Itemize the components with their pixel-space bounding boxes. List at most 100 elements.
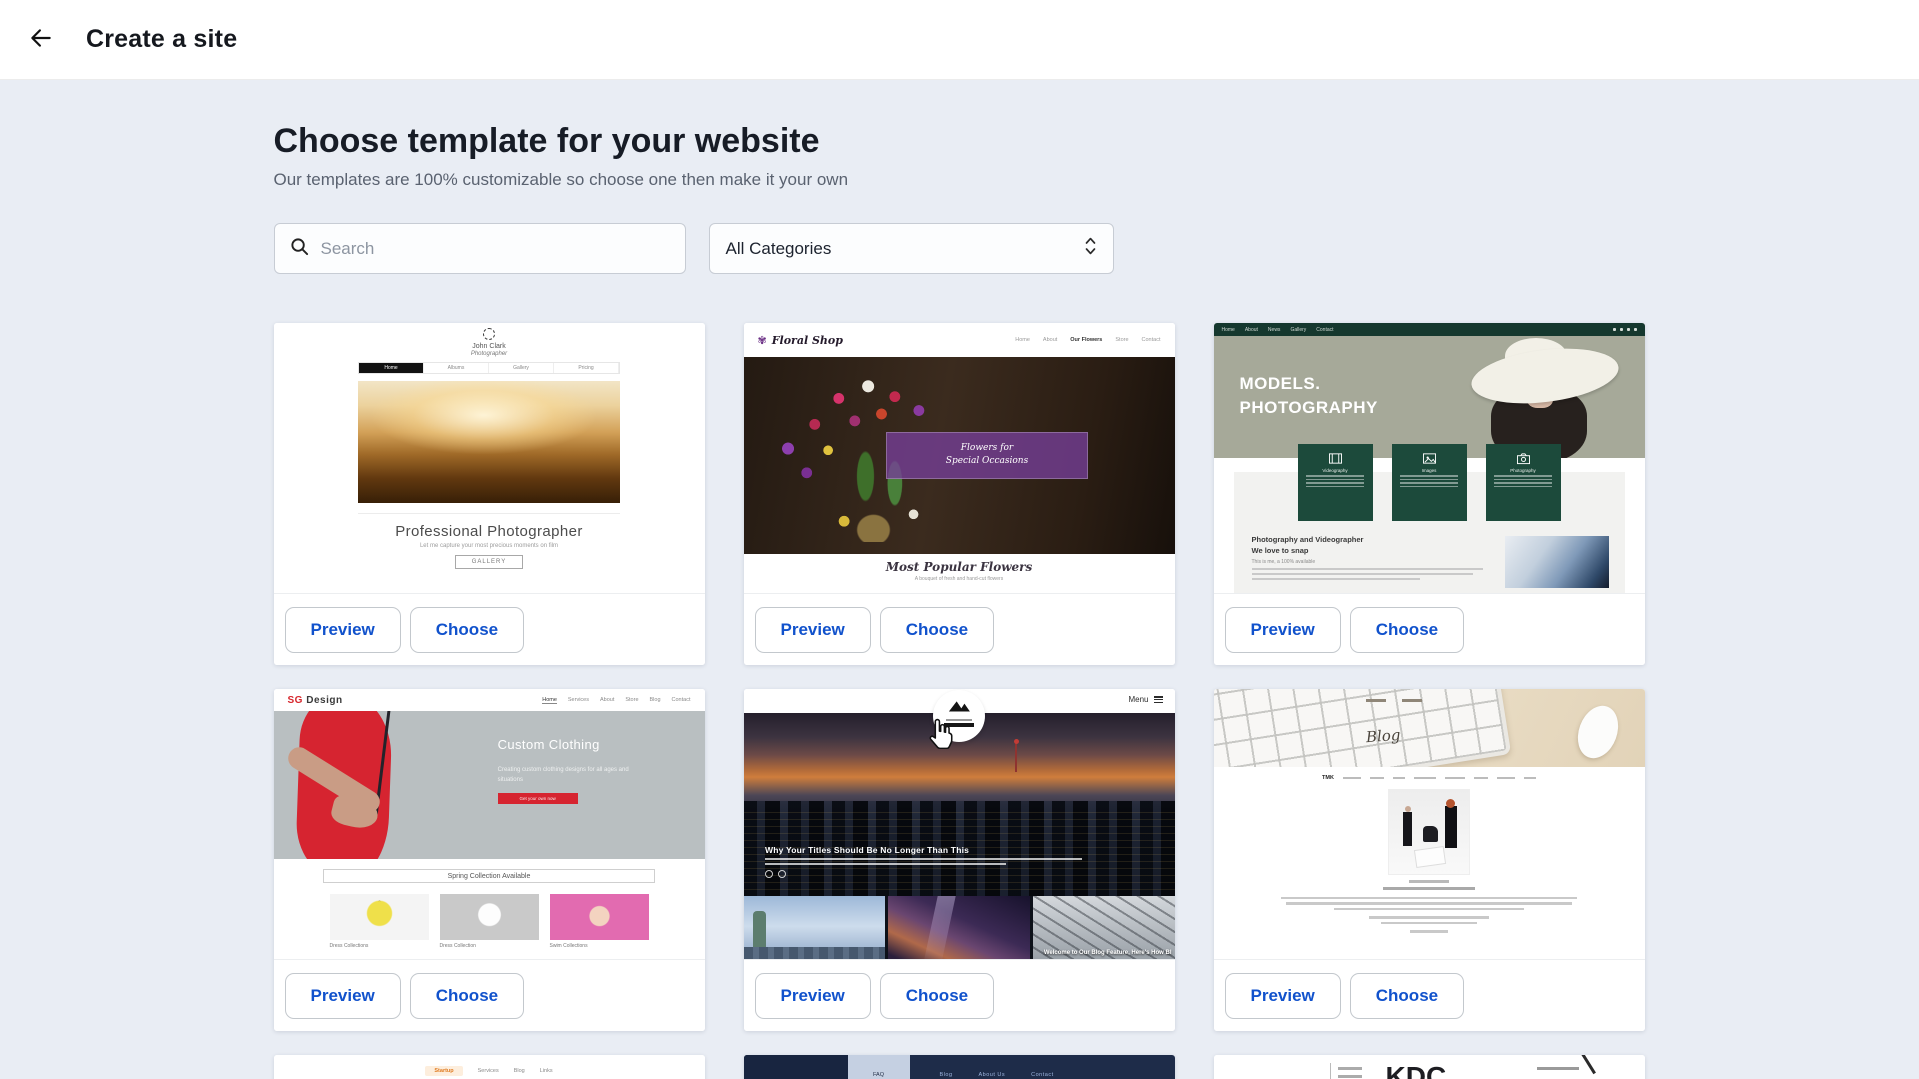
preview-button[interactable]: Preview <box>755 607 871 653</box>
mini-tagline: Let me capture your most precious moment… <box>420 543 558 549</box>
mini-note: This is me, a 100% available <box>1252 559 1493 565</box>
mini-nav-item: Contact <box>1031 1072 1053 1078</box>
mini-logo-block <box>744 1055 848 1079</box>
category-select-value: All Categories <box>726 239 832 259</box>
choose-button[interactable]: Choose <box>880 607 994 653</box>
mini-nav-item: Home <box>359 363 424 373</box>
mini-nav-item: Contact <box>1316 327 1333 333</box>
template-thumbnail-salon: Blog TMK <box>1214 689 1645 959</box>
mini-section: Most Popular Flowers A bouquet of fresh … <box>744 554 1175 593</box>
product-item: Dress Collections <box>330 894 429 949</box>
image-icon <box>1422 452 1437 466</box>
mini-hero-text: Why Your Titles Should Be No Longer Than… <box>765 845 1110 878</box>
template-card-startup: Startup Services Blog Links Preview Choo… <box>274 1055 705 1079</box>
menu-label: Menu <box>1128 695 1148 704</box>
feature-card-videography: Videography <box>1298 444 1373 521</box>
choose-button[interactable]: Choose <box>1350 607 1464 653</box>
keyboard-desk-photo: Blog <box>1214 689 1645 767</box>
template-card-navy: FAQ Blog About Us Contact Preview Choose <box>744 1055 1175 1079</box>
white-dress-photo <box>440 894 539 940</box>
keyboard <box>1214 689 1511 767</box>
mini-text-line <box>1338 1067 1362 1070</box>
preview-button[interactable]: Preview <box>1225 607 1341 653</box>
template-card-kdc: KDC Preview Choose <box>1214 1055 1645 1079</box>
blog-script-title: Blog <box>1365 726 1401 746</box>
mini-section: Videography Images Photography <box>1214 458 1645 593</box>
mini-heading: Why Your Titles Should Be No Longer Than… <box>765 845 1110 855</box>
overlay-text: Special Occasions <box>946 455 1028 468</box>
mini-nav-item: About <box>600 697 614 704</box>
statue-of-liberty-photo <box>744 896 886 959</box>
feature-card-images: Images <box>1392 444 1467 521</box>
mini-section: Spring Collection Available Dress Collec… <box>274 859 705 949</box>
hamburger-icon <box>1154 695 1163 704</box>
template-thumbnail-floral: ✾ Floral Shop Home About Our Flowers Sto… <box>744 323 1175 593</box>
mini-nav-item: Home <box>1015 337 1030 343</box>
preview-button[interactable]: Preview <box>285 607 401 653</box>
mini-navbar: Home About News Gallery Contact <box>1214 323 1645 336</box>
mini-hero-heading: MODELS. PHOTOGRAPHY <box>1240 372 1378 420</box>
mini-header: ✾ Floral Shop Home About Our Flowers Sto… <box>744 323 1175 357</box>
mini-topnav <box>1366 699 1422 702</box>
mountain-icon <box>942 699 976 718</box>
mini-subheading: A bouquet of fresh and hand-cut flowers <box>915 576 1003 582</box>
chevron-up-down-icon <box>1084 235 1097 262</box>
template-card-floral-shop: ✾ Floral Shop Home About Our Flowers Sto… <box>744 323 1175 665</box>
mini-nav-item: Contact <box>1142 337 1161 343</box>
overlay-text: Flowers for <box>961 442 1013 455</box>
preview-button[interactable]: Preview <box>755 973 871 1019</box>
template-card-photographer: John Clark Photographer Home Albums Gall… <box>274 323 705 665</box>
choose-button[interactable]: Choose <box>1350 973 1464 1019</box>
mini-nav-item: About <box>1245 327 1258 333</box>
nav-dot-buttons <box>765 870 1110 878</box>
section-subheading: Our templates are 100% customizable so c… <box>274 170 1646 190</box>
shutter-logo-icon <box>483 328 495 340</box>
card-footer: Preview Choose <box>1214 593 1645 665</box>
feature-card-photography: Photography <box>1486 444 1561 521</box>
template-thumbnail-photographer: John Clark Photographer Home Albums Gall… <box>274 323 705 593</box>
choose-button[interactable]: Choose <box>880 973 994 1019</box>
model-hat-photo: MODELS. PHOTOGRAPHY <box>1214 336 1645 458</box>
mini-logo-title: KDC <box>1386 1061 1447 1079</box>
swimwear-photo <box>550 894 649 940</box>
search-box[interactable] <box>274 223 686 274</box>
computer-mouse <box>1570 700 1624 764</box>
search-input[interactable] <box>321 239 670 259</box>
film-icon <box>1328 452 1343 466</box>
back-button[interactable] <box>24 23 58 57</box>
tulip-bouquet-photo: Flowers for Special Occasions <box>744 357 1175 554</box>
mini-caption: Welcome to Our Blog Feature, Here's How … <box>1044 950 1172 956</box>
category-select[interactable]: All Categories <box>709 223 1114 274</box>
mini-nav-item: Home <box>1222 327 1235 333</box>
back-arrow-icon <box>28 25 54 54</box>
mini-heading: We love to snap <box>1252 545 1493 556</box>
mini-logo-title: SG Design <box>288 695 343 706</box>
mini-header: SG Design Home Services About Store Blog… <box>274 689 705 711</box>
yellow-dress-photo <box>330 894 429 940</box>
mini-nav-item: Blog <box>514 1068 525 1074</box>
mini-logo-title: John Clark <box>472 343 505 350</box>
salon-interior-photo <box>1388 789 1470 875</box>
mini-thumbnail-row: Welcome to Our Blog Feature, Here's How … <box>744 896 1175 959</box>
template-thumbnail-sg-design: SG Design Home Services About Store Blog… <box>274 689 705 959</box>
mini-navbar: FAQ Blog About Us Contact <box>744 1055 1175 1079</box>
mini-nav-item: Blog <box>650 697 661 704</box>
preview-button[interactable]: Preview <box>1225 973 1341 1019</box>
mini-about-text: Photography and Videographer We love to … <box>1252 534 1493 588</box>
mini-nav-item: Pricing <box>554 363 619 373</box>
product-row: Dress Collections Dress Collection Swim … <box>330 894 649 949</box>
mini-caption-line <box>1409 880 1449 883</box>
social-icons <box>1613 328 1637 331</box>
preview-button[interactable]: Preview <box>285 973 401 1019</box>
choose-button[interactable]: Choose <box>410 607 524 653</box>
mini-nav-item: About <box>1043 337 1057 343</box>
pencil-graphic <box>1580 1055 1596 1074</box>
mini-nav-item: Our Flowers <box>1070 337 1102 343</box>
mini-nav-item: News <box>1268 327 1281 333</box>
card-footer: Preview Choose <box>744 959 1175 1031</box>
mini-nav-item: About Us <box>979 1072 1006 1078</box>
mini-navbar: Home About Our Flowers Store Contact <box>1015 337 1160 343</box>
search-icon <box>290 237 309 261</box>
choose-button[interactable]: Choose <box>410 973 524 1019</box>
template-thumbnail-kdc: KDC <box>1214 1055 1645 1079</box>
